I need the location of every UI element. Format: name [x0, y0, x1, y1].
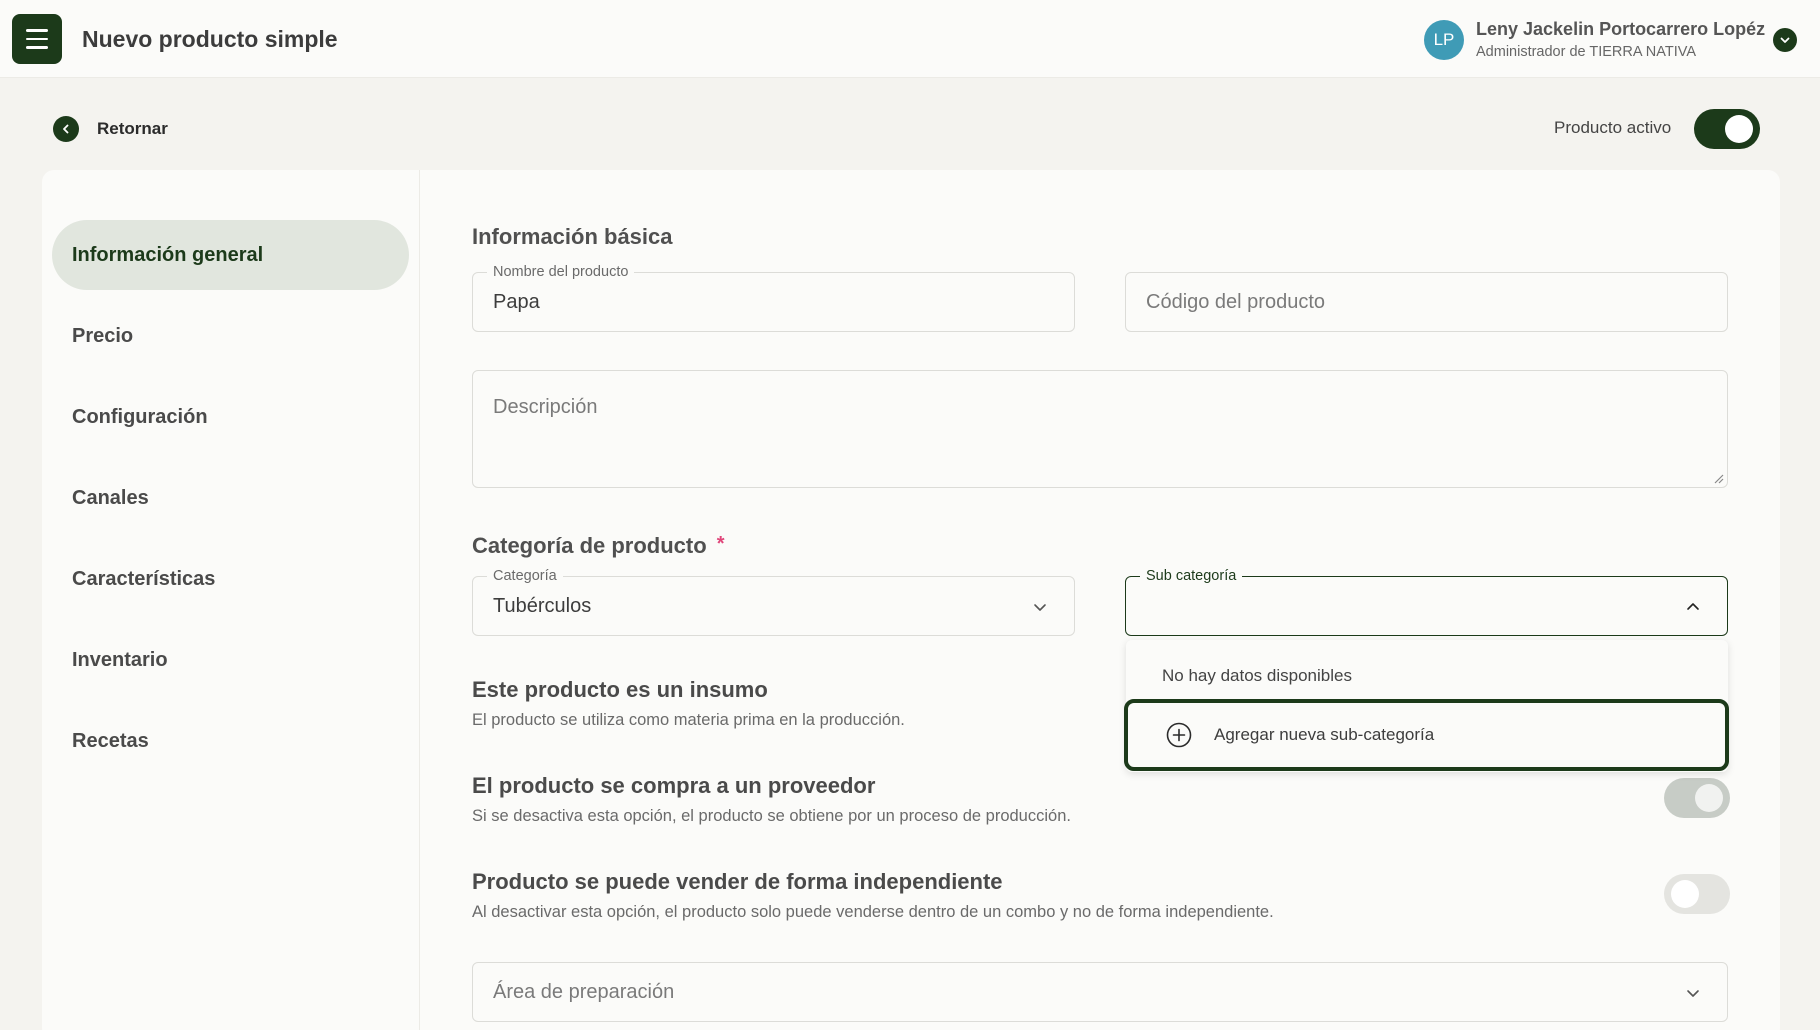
chevron-up-icon: [1687, 603, 1699, 610]
proveedor-option: El producto se compra a un proveedor Si …: [472, 773, 1071, 826]
top-header: Nuevo producto simple LP Leny Jackelin P…: [0, 0, 1820, 78]
menu-button[interactable]: [12, 14, 62, 64]
user-name: Leny Jackelin Portocarrero Lopéz: [1476, 19, 1766, 39]
sidebar-item-configuracion[interactable]: Configuración: [52, 382, 409, 452]
product-active-label: Producto activo: [1554, 118, 1672, 137]
resize-grip-icon[interactable]: [1712, 472, 1724, 484]
independiente-desc: Al desactivar esta opción, el producto s…: [472, 903, 1274, 921]
area-preparacion-placeholder: Área de preparación: [493, 981, 675, 1003]
chevron-down-icon: [1687, 990, 1699, 997]
insumo-title: Este producto es un insumo: [472, 677, 768, 702]
subcategory-label: Sub categoría: [1140, 568, 1243, 584]
dropdown-empty-text: No hay datos disponibles: [1162, 666, 1352, 685]
description-field[interactable]: Descripción: [472, 370, 1728, 488]
menu-icon-line: [26, 29, 48, 32]
independiente-option: Producto se puede vender de forma indepe…: [472, 869, 1274, 922]
sidebar-item-canales[interactable]: Canales: [52, 463, 409, 533]
independiente-toggle[interactable]: [1664, 874, 1730, 914]
product-name-value: Papa: [493, 291, 540, 313]
sidebar-item-caracteristicas[interactable]: Características: [52, 544, 409, 614]
add-subcategory-button[interactable]: Agregar nueva sub-categoría: [1124, 699, 1729, 771]
product-active-toggle[interactable]: [1694, 109, 1760, 149]
back-label: Retornar: [97, 119, 168, 138]
user-role: Administrador de TIERRA NATIVA: [1476, 44, 1696, 60]
add-subcategory-label: Agregar nueva sub-categoría: [1214, 725, 1435, 744]
toggle-knob: [1725, 115, 1753, 143]
avatar[interactable]: LP: [1424, 20, 1464, 60]
plus-circle-icon: [1166, 722, 1192, 748]
description-placeholder: Descripción: [493, 396, 598, 418]
toggle-knob: [1695, 784, 1723, 812]
category-value: Tubérculos: [493, 595, 592, 617]
insumo-desc: El producto se utiliza como materia prim…: [472, 711, 905, 729]
sidebar: Información general Precio Configuración…: [42, 170, 420, 1030]
menu-icon-line: [26, 46, 48, 49]
product-name-label: Nombre del producto: [487, 264, 635, 280]
page-title: Nuevo producto simple: [82, 26, 338, 52]
sidebar-item-recetas[interactable]: Recetas: [52, 706, 409, 776]
user-menu-button[interactable]: [1773, 28, 1797, 52]
sidebar-item-inventario[interactable]: Inventario: [52, 625, 409, 695]
category-title-text: Categoría de producto: [472, 533, 707, 558]
independiente-title: Producto se puede vender de forma indepe…: [472, 869, 1003, 894]
sidebar-item-informacion-general[interactable]: Información general: [52, 220, 409, 290]
basic-info-title: Información básica: [472, 224, 673, 249]
chevron-left-icon: [53, 116, 79, 142]
insumo-option: Este producto es un insumo El producto s…: [472, 677, 905, 730]
sidebar-item-precio[interactable]: Precio: [52, 301, 409, 371]
product-code-placeholder: Código del producto: [1146, 291, 1326, 313]
area-preparacion-select[interactable]: Área de preparación: [472, 962, 1728, 1022]
toggle-knob: [1671, 880, 1699, 908]
proveedor-toggle[interactable]: [1664, 778, 1730, 818]
proveedor-title: El producto se compra a un proveedor: [472, 773, 876, 798]
back-button[interactable]: Retornar: [53, 116, 168, 142]
proveedor-desc: Si se desactiva esta opción, el producto…: [472, 807, 1071, 825]
product-name-field[interactable]: Nombre del producto Papa: [472, 264, 1075, 332]
category-select[interactable]: Categoría Tubérculos: [472, 568, 1075, 636]
product-code-field[interactable]: Código del producto: [1125, 272, 1728, 332]
required-mark: *: [716, 533, 725, 555]
category-title: Categoría de producto *: [472, 533, 724, 559]
category-label: Categoría: [487, 568, 563, 584]
chevron-down-icon: [1780, 37, 1790, 43]
subcategory-select[interactable]: Sub categoría: [1125, 568, 1728, 636]
chevron-down-icon: [1034, 604, 1046, 611]
menu-icon-line: [26, 37, 48, 41]
